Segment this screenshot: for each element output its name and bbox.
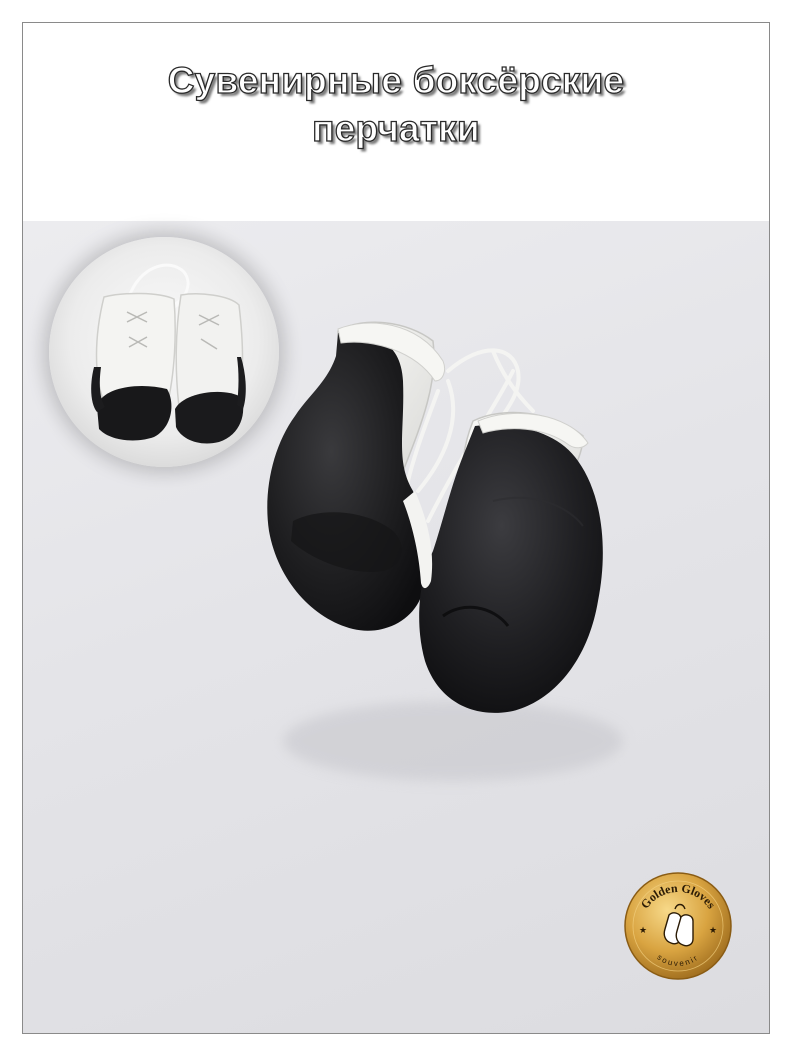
title-line-1: Сувенирные боксёрские <box>167 59 625 101</box>
page-frame: Сувенирные боксёрские перчатки Golden Gl… <box>22 22 770 1034</box>
title-line-2: перчатки <box>312 107 481 149</box>
inset-right-fist <box>175 391 244 444</box>
inset-boxing-gloves-image <box>91 263 246 444</box>
product-photo: Golden Gloves souvenir ★ ★ <box>23 221 769 1033</box>
shadow <box>283 701 623 781</box>
star-icon: ★ <box>709 925 717 935</box>
inset-left-glove <box>95 292 176 403</box>
golden-gloves-badge: Golden Gloves souvenir ★ ★ <box>623 871 733 981</box>
star-icon: ★ <box>639 925 647 935</box>
header: Сувенирные боксёрские перчатки <box>23 23 769 221</box>
page-title: Сувенирные боксёрские перчатки <box>23 57 769 153</box>
right-glove <box>419 424 603 713</box>
inset-left-fist <box>97 386 172 441</box>
inset-photo <box>49 237 279 467</box>
inset-right-glove <box>175 293 244 408</box>
